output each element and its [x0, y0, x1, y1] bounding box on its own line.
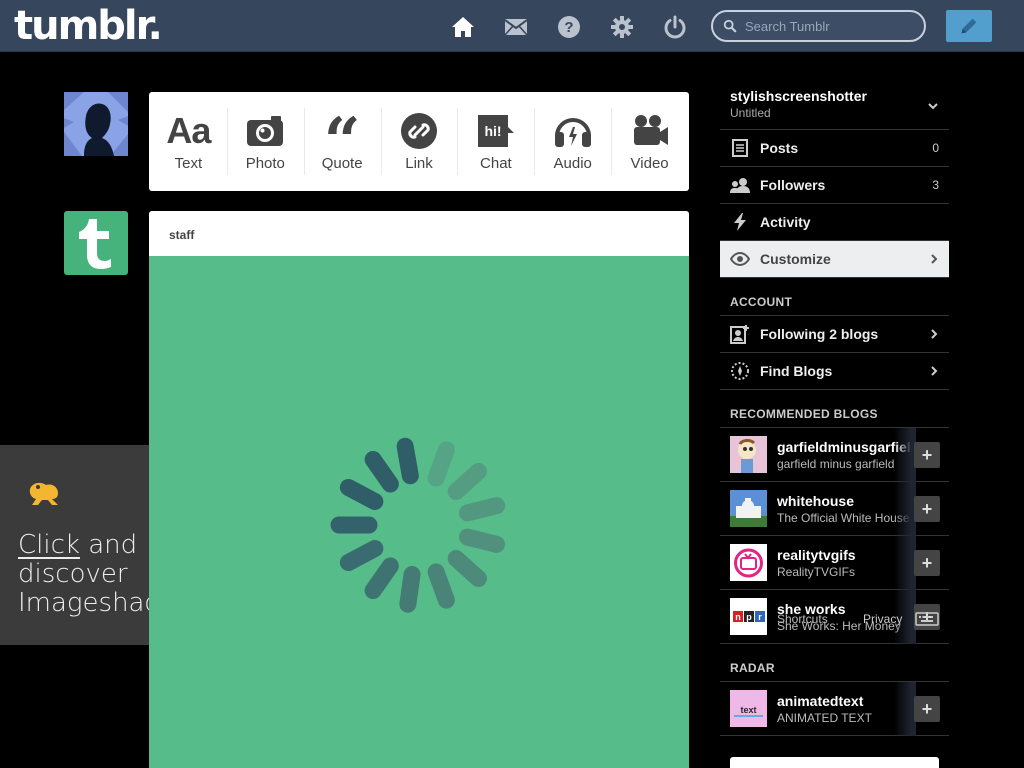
power-icon[interactable] — [662, 14, 688, 40]
video-camera-icon — [631, 111, 669, 151]
post-type-menu: Aa Text Photo “ Quote Link hi! Chat Audi… — [149, 92, 689, 191]
followers-count: 3 — [932, 178, 939, 192]
blog-title: Untitled — [730, 106, 771, 120]
frog-logo-icon — [29, 482, 58, 505]
tumblr-logo[interactable]: tumblr. — [14, 4, 163, 48]
post-type-audio[interactable]: Audio — [534, 92, 611, 191]
help-icon[interactable]: ? — [556, 14, 582, 40]
post-type-chat[interactable]: hi! Chat — [457, 92, 534, 191]
home-icon[interactable] — [450, 14, 476, 40]
document-icon — [730, 138, 750, 158]
sidebar-item-followers[interactable]: Followers 3 — [720, 167, 949, 204]
staff-avatar[interactable] — [64, 211, 128, 275]
user-avatar[interactable] — [64, 92, 128, 156]
follow-button[interactable]: + — [914, 550, 940, 576]
shortcuts-popup: Shortcuts Privacy — [777, 612, 942, 626]
search-icon — [723, 19, 737, 33]
recommended-blog-item[interactable]: garfieldminusgarfield garfield minus garf… — [720, 428, 949, 482]
sidebar-item-following[interactable]: Following 2 blogs — [720, 316, 949, 353]
sidebar-item-activity[interactable]: Activity — [720, 204, 949, 241]
svg-text:p: p — [746, 612, 752, 622]
camera-icon — [245, 111, 285, 151]
privacy-link[interactable]: Privacy — [863, 612, 902, 626]
post-type-video[interactable]: Video — [611, 92, 688, 191]
compass-icon — [730, 361, 750, 381]
svg-text:n: n — [735, 612, 741, 622]
imageshack-tagline: Click and discover Imageshack — [18, 530, 149, 618]
eye-icon — [730, 249, 750, 269]
sidebar-item-find-blogs[interactable]: Find Blogs — [720, 353, 949, 390]
post-type-photo[interactable]: Photo — [226, 92, 304, 191]
follow-button[interactable]: + — [914, 442, 940, 468]
compose-button[interactable] — [946, 10, 992, 42]
post-type-link[interactable]: Link — [380, 92, 458, 191]
follow-button[interactable]: + — [914, 696, 940, 722]
staff-post: staff — [149, 211, 689, 768]
search-box[interactable] — [711, 10, 926, 42]
recommended-blog-item[interactable]: realitytvgifs RealityTVGIFs + — [720, 536, 949, 590]
blog-avatar — [730, 544, 767, 581]
top-navbar: tumblr. ? — [0, 0, 1024, 52]
chevron-right-icon — [931, 366, 938, 376]
keyboard-icon[interactable] — [915, 612, 939, 626]
blog-avatar: npr — [730, 598, 767, 635]
imageshack-ad[interactable]: Click and discover Imageshack — [0, 445, 149, 645]
mail-icon[interactable] — [503, 14, 529, 40]
post-author[interactable]: staff — [149, 211, 689, 256]
link-icon — [400, 111, 438, 151]
post-type-text[interactable]: Aa Text — [150, 92, 227, 191]
posts-count: 0 — [932, 141, 939, 155]
account-section-title: ACCOUNT — [720, 296, 949, 316]
gear-icon[interactable] — [609, 14, 635, 40]
sidebar-item-customize[interactable]: Customize — [720, 241, 949, 278]
blog-avatar — [730, 490, 767, 527]
blog-avatar: text — [730, 690, 767, 727]
post-type-quote[interactable]: “ Quote — [303, 92, 381, 191]
blog-avatar — [730, 436, 767, 473]
svg-text:r: r — [758, 612, 762, 622]
svg-text:?: ? — [564, 19, 573, 36]
blog-name: stylishscreenshotter — [730, 88, 867, 104]
bottom-white-box — [730, 757, 939, 768]
svg-text:text: text — [740, 705, 756, 715]
recommended-blog-item[interactable]: whitehouse The Official White House + — [720, 482, 949, 536]
chat-badge-text: hi! — [484, 123, 501, 139]
sidebar-item-posts[interactable]: Posts 0 — [720, 130, 949, 167]
imageshack-click-link[interactable]: Click — [18, 530, 80, 560]
chat-icon: hi! — [476, 111, 516, 151]
text-icon: Aa — [166, 110, 211, 151]
quote-icon: “ — [323, 104, 361, 179]
chevron-right-icon — [931, 329, 938, 339]
pencil-icon — [961, 18, 977, 34]
people-icon — [730, 175, 750, 195]
radar-section-title: RADAR — [720, 662, 949, 682]
loading-spinner-icon — [330, 437, 506, 613]
radar-blog-item[interactable]: text animatedtext ANIMATED TEXT + — [720, 682, 949, 736]
sidebar: stylishscreenshotter Untitled Posts 0 Fo… — [720, 84, 949, 736]
follow-button[interactable]: + — [914, 496, 940, 522]
shortcuts-link[interactable]: Shortcuts — [777, 612, 828, 626]
chevron-right-icon — [931, 254, 938, 264]
chevron-down-icon — [928, 103, 938, 110]
add-person-icon — [730, 324, 750, 344]
lightning-icon — [730, 212, 750, 232]
search-input[interactable] — [745, 18, 915, 34]
headphones-icon — [553, 111, 593, 151]
blog-switcher[interactable]: stylishscreenshotter Untitled — [720, 84, 949, 130]
recommended-section-title: RECOMMENDED BLOGS — [720, 408, 949, 428]
